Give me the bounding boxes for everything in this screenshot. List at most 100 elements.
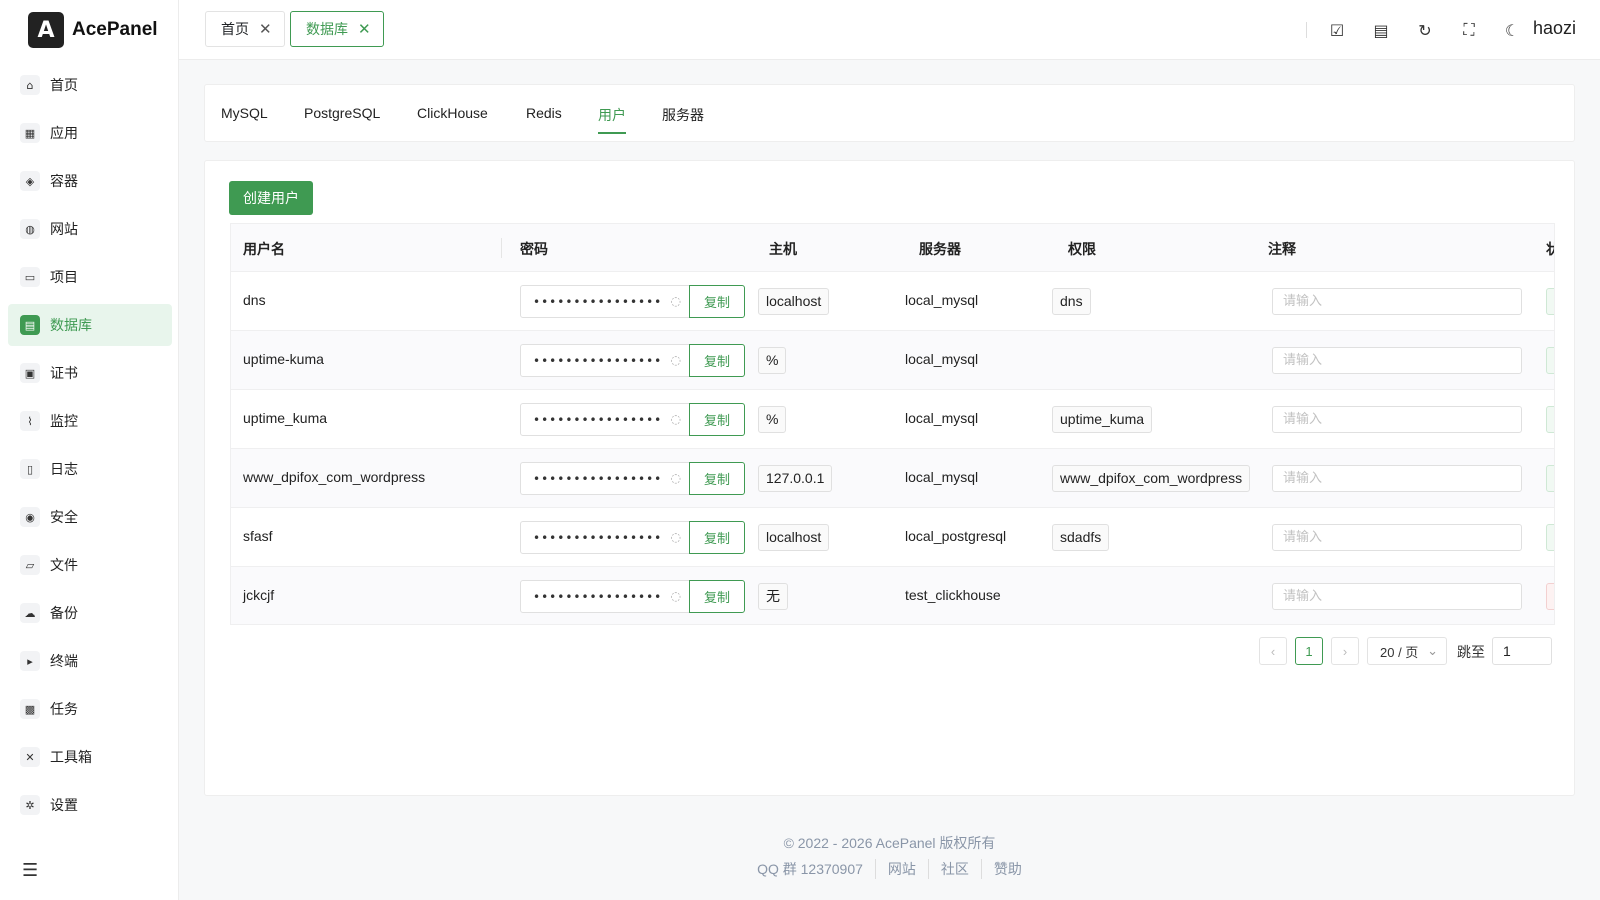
footer-link-sponsor[interactable]: 赞助 — [980, 859, 1034, 879]
collapse-sidebar-icon[interactable]: ☰ — [22, 860, 38, 881]
monitor-icon: ⌇ — [20, 411, 40, 431]
sidebar-item-settings[interactable]: ✲ 设置 — [8, 784, 172, 826]
password-field[interactable]: •••••••••••••••• ◌ — [520, 580, 690, 613]
sidebar-item-toolbox[interactable]: ✕ 工具箱 — [8, 736, 172, 778]
copy-password-button[interactable]: 复制 — [689, 462, 745, 495]
sidebar-nav: ⌂ 首页 ▦ 应用 ◈ 容器 ◍ 网站 ▭ 项目 ▤ 数据库 ▣ 证书 ⌇ 监控 ▯ 日志 ◉ 安全 ▱ 文件 ☁ 备份 ▸ 终端… — [8, 64, 172, 832]
tab-postgresql[interactable]: PostgreSQL — [304, 105, 380, 121]
database-type-tabs: MySQL PostgreSQL ClickHouse Redis 用户 服务器 — [204, 84, 1575, 142]
tab-clickhouse[interactable]: ClickHouse — [417, 105, 488, 121]
tab-redis[interactable]: Redis — [526, 105, 562, 121]
home-icon: ⌂ — [20, 75, 40, 95]
password-field[interactable]: •••••••••••••••••••• ◌ — [520, 462, 690, 495]
sidebar-item-home[interactable]: ⌂ 首页 — [8, 64, 172, 106]
table-row: uptime-kuma •••••••••••••••• ◌ 复制% local_mys… — [231, 331, 1554, 390]
document-icon[interactable]: ▤ — [1369, 18, 1393, 42]
username-cell: sfasf — [243, 528, 273, 544]
tab-users[interactable]: 用户 — [598, 105, 626, 134]
password-field[interactable]: •••••••••••••••• ◌ — [520, 344, 690, 377]
tab-servers[interactable]: 服务器 — [662, 105, 704, 125]
host-tag: localhost — [758, 524, 830, 551]
comment-input[interactable] — [1272, 583, 1522, 610]
copy-password-button[interactable]: 复制 — [689, 403, 745, 436]
password-field[interactable]: •••••••••••••••• ◌ — [520, 521, 690, 554]
comment-input[interactable] — [1272, 406, 1522, 433]
prev-page-button[interactable]: ‹ — [1259, 637, 1287, 665]
sidebar-item-tasks[interactable]: ▩ 任务 — [8, 688, 172, 730]
server-cell: local_postgresql — [905, 528, 1007, 544]
copy-password-button[interactable]: 复制 — [689, 521, 745, 554]
privilege-tag: dns — [1052, 288, 1091, 315]
table-row: dns •••••••••••••••• ◌ 复制 localhost local_mys… — [231, 272, 1554, 331]
column-resize-handle[interactable] — [501, 238, 502, 258]
footer-link-website[interactable]: 网站 — [874, 859, 928, 879]
eye-off-icon[interactable]: ◌ — [671, 471, 681, 485]
next-page-button[interactable]: › — [1331, 637, 1359, 665]
sidebar-item-label: 容器 — [50, 174, 78, 190]
dark-mode-icon[interactable]: ☾ — [1500, 18, 1524, 42]
sidebar-item-backup[interactable]: ☁ 备份 — [8, 592, 172, 634]
sidebar-item-apps[interactable]: ▦ 应用 — [8, 112, 172, 154]
eye-off-icon[interactable]: ◌ — [671, 530, 681, 544]
sidebar-item-log[interactable]: ▯ 日志 — [8, 448, 172, 490]
username[interactable]: haozi — [1533, 18, 1576, 39]
tab-mysql[interactable]: MySQL — [221, 105, 268, 121]
status-switch[interactable] — [1546, 524, 1554, 551]
app-logo-icon: A — [28, 12, 64, 48]
refresh-icon[interactable]: ↻ — [1413, 18, 1437, 42]
sidebar-item-project[interactable]: ▭ 项目 — [8, 256, 172, 298]
password-field[interactable]: •••••••••••••••• ◌ — [520, 403, 690, 436]
comment-input[interactable] — [1272, 524, 1522, 551]
close-icon[interactable]: ✕ — [358, 20, 371, 38]
fullscreen-icon[interactable]: ⛶ — [1457, 18, 1481, 42]
page-1-button[interactable]: 1 — [1295, 637, 1323, 665]
toolbox-icon: ✕ — [20, 747, 40, 767]
chevron-down-icon: ⌄ — [1427, 643, 1438, 658]
sidebar-item-security[interactable]: ◉ 安全 — [8, 496, 172, 538]
eye-off-icon[interactable]: ◌ — [671, 412, 681, 426]
host-tag: localhost — [758, 288, 830, 315]
copy-password-button[interactable]: 复制 — [689, 344, 745, 377]
create-user-button[interactable]: 创建用户 — [229, 181, 313, 215]
jump-page-input[interactable] — [1492, 637, 1552, 665]
sidebar-item-website[interactable]: ◍ 网站 — [8, 208, 172, 250]
status-switch[interactable] — [1546, 347, 1554, 374]
sidebar-item-database[interactable]: ▤ 数据库 — [8, 304, 172, 346]
tab-label: 首页 — [221, 22, 249, 38]
comment-input[interactable] — [1272, 288, 1522, 315]
status-switch[interactable] — [1546, 288, 1554, 315]
username-cell: uptime_kuma — [243, 410, 328, 426]
eye-off-icon[interactable]: ◌ — [671, 294, 681, 308]
copy-password-button[interactable]: 复制 — [689, 285, 745, 318]
status-switch[interactable] — [1546, 465, 1554, 492]
sidebar-item-label: 日志 — [50, 462, 78, 478]
sidebar-item-monitor[interactable]: ⌇ 监控 — [8, 400, 172, 442]
tab-home[interactable]: 首页 ✕ — [205, 11, 285, 47]
column-password: 密码 — [520, 242, 548, 258]
tab-database[interactable]: 数据库 ✕ — [290, 11, 384, 47]
sidebar-item-label: 工具箱 — [50, 750, 92, 766]
task-check-icon[interactable]: ☑ — [1325, 18, 1349, 42]
jump-label: 跳至 — [1457, 645, 1485, 661]
settings-icon: ✲ — [20, 795, 40, 815]
eye-off-icon[interactable]: ◌ — [671, 589, 681, 603]
sidebar-item-files[interactable]: ▱ 文件 — [8, 544, 172, 586]
log-icon: ▯ — [20, 459, 40, 479]
comment-input[interactable] — [1272, 465, 1522, 492]
column-server: 服务器 — [919, 242, 961, 258]
sidebar-item-container[interactable]: ◈ 容器 — [8, 160, 172, 202]
comment-input[interactable] — [1272, 347, 1522, 374]
eye-off-icon[interactable]: ◌ — [671, 353, 681, 367]
copy-password-button[interactable]: 复制 — [689, 580, 745, 613]
privilege-tag: sdadfs — [1052, 524, 1110, 551]
close-icon[interactable]: ✕ — [259, 20, 272, 38]
brand[interactable]: A AcePanel — [28, 12, 158, 48]
status-switch[interactable] — [1546, 406, 1554, 433]
page-size-select[interactable]: 20 / 页 ⌄ — [1367, 637, 1447, 665]
password-field[interactable]: •••••••••••••••• ◌ — [520, 285, 690, 318]
sidebar-item-certificate[interactable]: ▣ 证书 — [8, 352, 172, 394]
status-switch[interactable] — [1546, 583, 1554, 610]
apps-icon: ▦ — [20, 123, 40, 143]
sidebar-item-terminal[interactable]: ▸ 终端 — [8, 640, 172, 682]
footer-link-community[interactable]: 社区 — [927, 859, 981, 879]
